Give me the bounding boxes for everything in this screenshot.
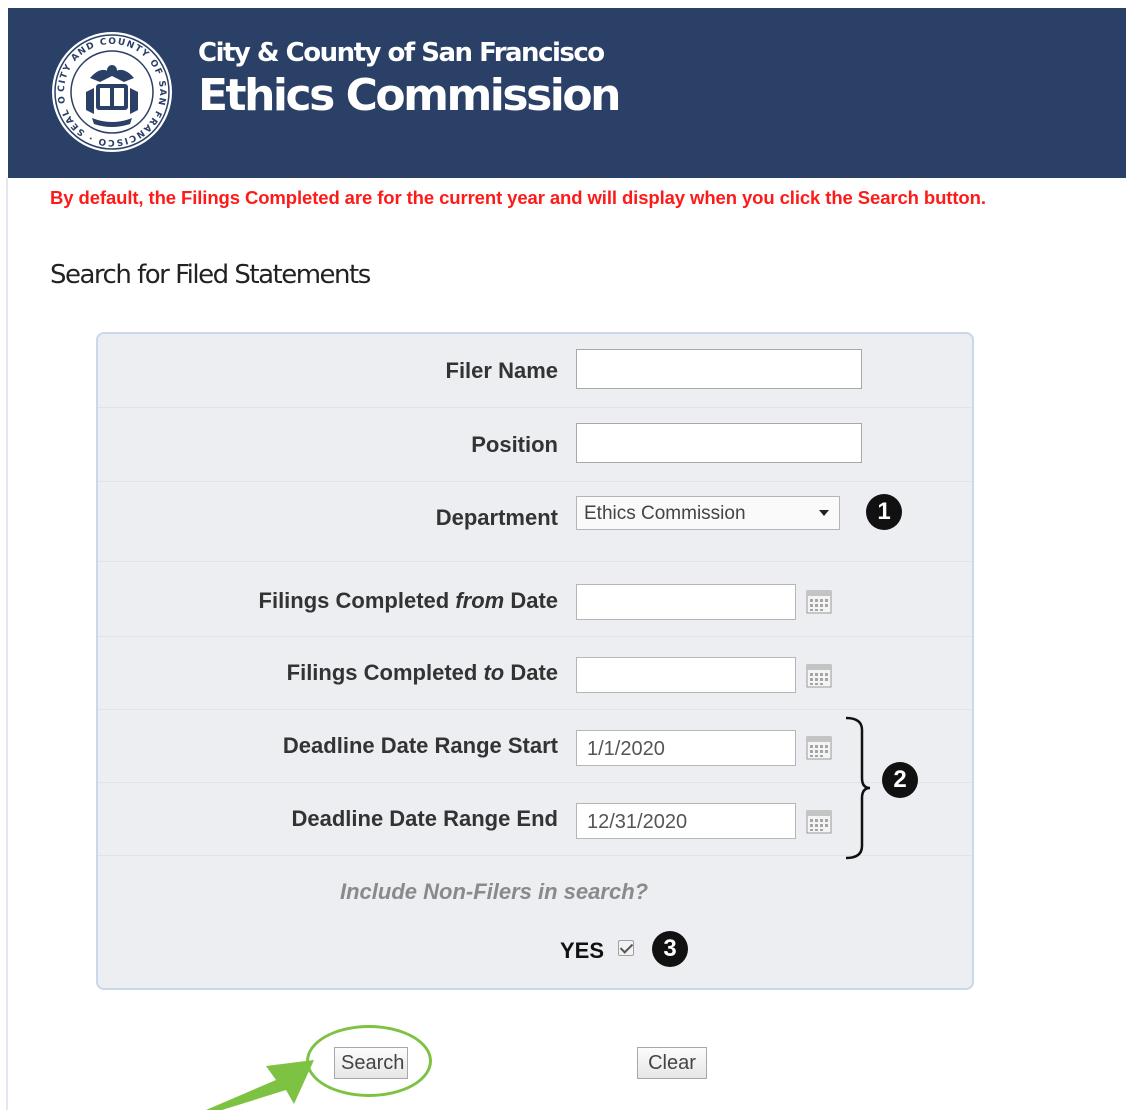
default-notice: By default, the Filings Completed are fo… <box>50 187 986 208</box>
from-date-label-post: Date <box>504 588 558 613</box>
step-marker-1: 1 <box>866 494 902 530</box>
calendar-icon[interactable] <box>806 590 832 614</box>
filer-name-label: Filer Name <box>445 358 559 383</box>
chevron-down-icon <box>819 510 829 516</box>
row-divider <box>98 709 972 710</box>
deadline-end-input[interactable] <box>576 803 796 839</box>
row-divider <box>98 481 972 482</box>
deadline-end-label: Deadline Date Range End <box>291 806 558 831</box>
checkmark-icon <box>619 940 634 954</box>
from-date-label: Filings Completed from Date <box>259 588 558 614</box>
deadline-start-input[interactable] <box>576 730 796 766</box>
to-date-label-post: Date <box>504 660 558 685</box>
row-divider <box>98 407 972 408</box>
to-date-label-em: to <box>483 660 505 685</box>
city-seal-icon: CITY AND COUNTY OF SAN FRANCISCO · SEAL … <box>50 30 172 152</box>
site-header: CITY AND COUNTY OF SAN FRANCISCO · SEAL … <box>8 8 1126 178</box>
from-date-input[interactable] <box>576 584 796 620</box>
filer-name-input[interactable] <box>576 349 862 389</box>
department-select[interactable]: Ethics Commission <box>576 496 840 530</box>
from-date-label-em: from <box>455 588 505 613</box>
yes-label: YES <box>560 938 605 963</box>
left-rule <box>6 178 8 1110</box>
include-nonfilers-checkbox[interactable] <box>618 940 634 956</box>
nonfilers-question: Include Non-Filers in search? <box>340 879 649 904</box>
to-date-input[interactable] <box>576 657 796 693</box>
to-date-label-pre: Filings Completed <box>286 660 484 685</box>
clear-button[interactable]: Clear <box>637 1047 707 1079</box>
position-label: Position <box>471 432 558 457</box>
page-title: Search for Filed Statements <box>50 260 371 290</box>
step-marker-2: 2 <box>882 762 918 798</box>
search-form-panel: Filer Name Position Department Ethics Co… <box>96 332 974 990</box>
org-name: City & County of San Francisco <box>198 38 605 68</box>
to-date-label: Filings Completed to Date <box>287 660 558 686</box>
row-divider <box>98 561 972 562</box>
deadline-start-label: Deadline Date Range Start <box>282 733 558 758</box>
calendar-icon[interactable] <box>806 664 832 688</box>
page: CITY AND COUNTY OF SAN FRANCISCO · SEAL … <box>0 0 1126 1110</box>
department-label: Department <box>435 505 558 530</box>
calendar-icon[interactable] <box>806 736 832 760</box>
pointer-arrow-icon <box>206 1060 314 1110</box>
from-date-label-pre: Filings Completed <box>258 588 456 613</box>
row-divider <box>98 636 972 637</box>
row-divider <box>98 782 972 783</box>
position-input[interactable] <box>576 423 862 463</box>
row-divider <box>98 855 972 856</box>
range-bracket <box>845 716 871 860</box>
step-marker-3: 3 <box>652 931 688 967</box>
search-button[interactable]: Search <box>334 1047 408 1079</box>
calendar-icon[interactable] <box>806 810 832 834</box>
department-selected-value: Ethics Commission <box>584 503 746 524</box>
org-title: Ethics Commission <box>198 70 621 121</box>
